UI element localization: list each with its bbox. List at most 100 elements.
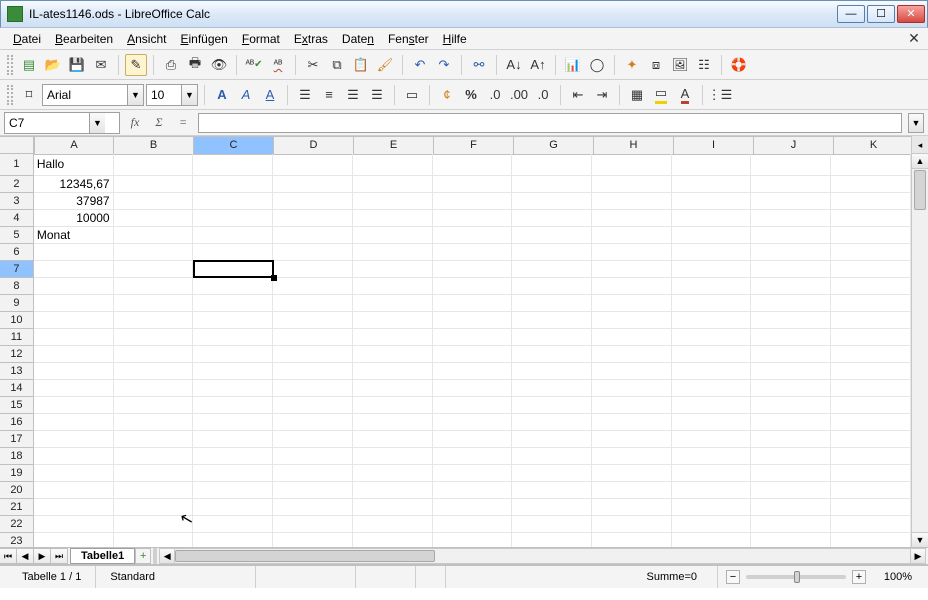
cell-G23[interactable] [512, 533, 592, 547]
cell-B15[interactable] [114, 397, 194, 414]
cell-C16[interactable] [193, 414, 273, 431]
cell-I3[interactable] [672, 193, 752, 210]
copy-button[interactable]: ⧉ [326, 54, 348, 76]
tab-first-button[interactable]: ⏮ [0, 548, 17, 564]
number-format-button[interactable]: .0 [484, 84, 506, 106]
cell-F10[interactable] [433, 312, 513, 329]
cell-H5[interactable] [592, 227, 672, 244]
help-button[interactable]: 🛟 [728, 54, 750, 76]
cell-C7[interactable] [193, 261, 273, 278]
cell-D3[interactable] [273, 193, 353, 210]
cell-K16[interactable] [831, 414, 911, 431]
cell-K3[interactable] [831, 193, 911, 210]
add-sheet-button[interactable]: + [135, 548, 151, 564]
select-all-corner[interactable] [0, 136, 34, 154]
col-header-H[interactable]: H [594, 137, 674, 155]
cell-A6[interactable] [34, 244, 114, 261]
row-header-23[interactable]: 23 [0, 533, 34, 547]
cell-G4[interactable] [512, 210, 592, 227]
cell-K18[interactable] [831, 448, 911, 465]
cell-B5[interactable] [114, 227, 194, 244]
cell-J18[interactable] [751, 448, 831, 465]
cell-grid[interactable]: 1Hallo212345,673379874100005Monat6789101… [0, 154, 911, 547]
col-header-A[interactable]: A [34, 137, 114, 155]
cell-I6[interactable] [672, 244, 752, 261]
cell-E2[interactable] [353, 176, 433, 193]
cell-J6[interactable] [751, 244, 831, 261]
cell-D19[interactable] [273, 465, 353, 482]
maximize-button[interactable]: ☐ [867, 5, 895, 23]
insert-mode[interactable] [256, 566, 356, 588]
cell-F18[interactable] [433, 448, 513, 465]
cut-button[interactable]: ✂ [302, 54, 324, 76]
cell-E15[interactable] [353, 397, 433, 414]
col-header-J[interactable]: J [754, 137, 834, 155]
col-header-C[interactable]: C [194, 137, 274, 155]
cell-C9[interactable] [193, 295, 273, 312]
cell-C2[interactable] [193, 176, 273, 193]
cell-C12[interactable] [193, 346, 273, 363]
row-header-4[interactable]: 4 [0, 210, 34, 227]
cell-H16[interactable] [592, 414, 672, 431]
cell-K14[interactable] [831, 380, 911, 397]
cell-E12[interactable] [353, 346, 433, 363]
cell-H23[interactable] [592, 533, 672, 547]
cell-B13[interactable] [114, 363, 194, 380]
cell-H8[interactable] [592, 278, 672, 295]
font-size-combo[interactable]: 10 ▼ [146, 84, 198, 106]
cell-D1[interactable] [273, 154, 353, 176]
cell-F1[interactable] [433, 154, 513, 176]
font-name-combo[interactable]: Arial ▼ [42, 84, 144, 106]
cell-A16[interactable] [34, 414, 114, 431]
cell-G1[interactable] [512, 154, 592, 176]
currency-button[interactable]: ¢ [436, 84, 458, 106]
cell-H11[interactable] [592, 329, 672, 346]
cell-E13[interactable] [353, 363, 433, 380]
cell-D11[interactable] [273, 329, 353, 346]
cell-A11[interactable] [34, 329, 114, 346]
row-header-21[interactable]: 21 [0, 499, 34, 516]
undo-button[interactable]: ↶ [409, 54, 431, 76]
cell-J19[interactable] [751, 465, 831, 482]
cell-E5[interactable] [353, 227, 433, 244]
menu-bearbeiten[interactable]: Bearbeiten [48, 30, 120, 48]
cell-C19[interactable] [193, 465, 273, 482]
scroll-down-button[interactable]: ▼ [912, 532, 928, 547]
cell-G18[interactable] [512, 448, 592, 465]
cell-B16[interactable] [114, 414, 194, 431]
cell-D15[interactable] [273, 397, 353, 414]
cell-A17[interactable] [34, 431, 114, 448]
cell-D6[interactable] [273, 244, 353, 261]
cell-H17[interactable] [592, 431, 672, 448]
row-header-16[interactable]: 16 [0, 414, 34, 431]
cell-G8[interactable] [512, 278, 592, 295]
cell-J9[interactable] [751, 295, 831, 312]
scroll-right-button[interactable]: ▶ [910, 549, 925, 563]
cell-H1[interactable] [592, 154, 672, 176]
align-center-button[interactable]: ≡ [318, 84, 340, 106]
redo-button[interactable]: ↷ [433, 54, 455, 76]
cell-A19[interactable] [34, 465, 114, 482]
cell-E9[interactable] [353, 295, 433, 312]
cell-F3[interactable] [433, 193, 513, 210]
cell-K1[interactable] [831, 154, 911, 176]
row-header-2[interactable]: 2 [0, 176, 34, 193]
email-button[interactable]: ✉ [90, 54, 112, 76]
tab-splitter[interactable] [153, 548, 157, 564]
cell-H12[interactable] [592, 346, 672, 363]
cell-C21[interactable] [193, 499, 273, 516]
cell-J14[interactable] [751, 380, 831, 397]
cell-G10[interactable] [512, 312, 592, 329]
sidebar-toggle[interactable]: ◂ [911, 136, 928, 154]
cell-J22[interactable] [751, 516, 831, 533]
cell-A1[interactable]: Hallo [34, 154, 114, 176]
cell-F23[interactable] [433, 533, 513, 547]
cell-H10[interactable] [592, 312, 672, 329]
cell-K12[interactable] [831, 346, 911, 363]
cell-C1[interactable] [193, 154, 273, 176]
cell-A10[interactable] [34, 312, 114, 329]
cell-J5[interactable] [751, 227, 831, 244]
cell-D17[interactable] [273, 431, 353, 448]
cell-A13[interactable] [34, 363, 114, 380]
cell-D18[interactable] [273, 448, 353, 465]
